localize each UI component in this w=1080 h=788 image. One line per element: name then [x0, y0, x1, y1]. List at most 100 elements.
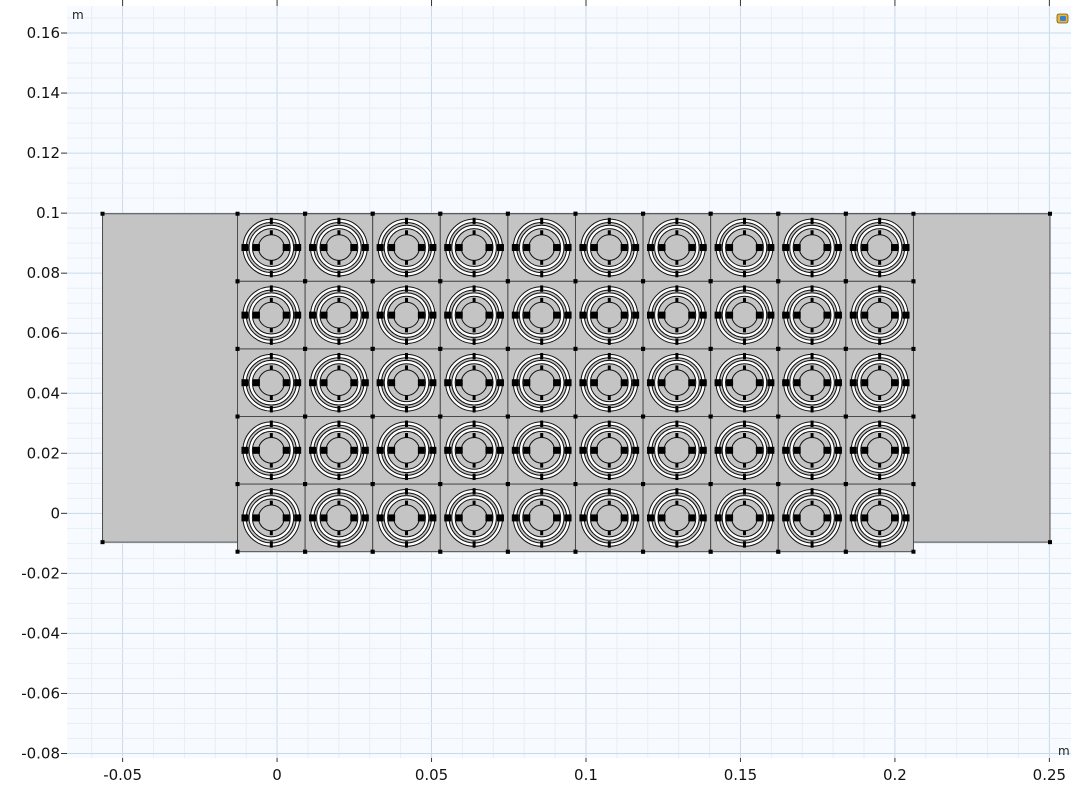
cell-vertex-point [370, 279, 375, 284]
port-marker [726, 244, 734, 252]
port-marker [485, 311, 493, 319]
port-marker [579, 244, 587, 252]
port-marker [620, 446, 628, 454]
cell-vertex-point [505, 549, 510, 554]
cell-vertex-point [776, 549, 781, 554]
port-marker [823, 446, 831, 454]
port-marker [590, 379, 598, 387]
port-marker [579, 514, 587, 522]
inner-circle [528, 369, 556, 397]
cell-vertex-point [911, 279, 916, 284]
port-marker [861, 446, 869, 454]
port-marker [688, 379, 696, 387]
port-marker [252, 311, 260, 319]
inner-circle [257, 504, 285, 532]
unit-cell [843, 482, 916, 554]
port-marker [523, 311, 531, 319]
cell-vertex-point [573, 346, 578, 351]
unit-cell [303, 414, 375, 487]
port-marker [699, 379, 707, 387]
unit-cell [708, 414, 781, 487]
cell-vertex-point [911, 482, 916, 487]
cell-vertex-point [235, 414, 240, 419]
port-marker [309, 311, 317, 319]
port-marker [455, 379, 463, 387]
cell-vertex-point [303, 279, 308, 284]
port-marker [553, 446, 561, 454]
port-marker [699, 514, 707, 522]
port-marker [241, 514, 249, 522]
inner-circle [866, 301, 893, 329]
unit-cell [573, 414, 646, 487]
port-marker [309, 446, 317, 454]
port-marker [376, 311, 384, 319]
port-marker [417, 446, 425, 454]
port-marker [485, 244, 493, 252]
inner-circle [460, 369, 488, 397]
cell-vertex-point [641, 549, 646, 554]
unit-cell [370, 279, 443, 351]
port-marker [849, 244, 857, 252]
inner-circle [866, 234, 893, 261]
port-marker [590, 244, 598, 252]
port-marker [388, 244, 396, 252]
cell-vertex-point [776, 346, 781, 351]
cell-vertex-point [235, 279, 240, 284]
port-marker [564, 311, 572, 319]
view-cube-icon[interactable] [1056, 13, 1069, 24]
port-marker [417, 311, 425, 319]
port-marker [834, 514, 842, 522]
x-tick-label: -0.05 [103, 766, 142, 784]
inner-circle [798, 301, 826, 329]
port-marker [496, 311, 504, 319]
inner-circle [325, 436, 353, 464]
unit-cell [438, 482, 510, 554]
port-marker [241, 311, 249, 319]
inner-circle [731, 436, 758, 464]
inner-circle [257, 301, 285, 329]
inner-circle [798, 436, 826, 464]
port-marker [444, 311, 452, 319]
port-marker [782, 379, 790, 387]
port-marker [861, 514, 869, 522]
cell-vertex-point [641, 346, 646, 351]
port-marker [444, 379, 452, 387]
port-marker [282, 244, 290, 252]
port-marker [849, 514, 857, 522]
port-marker [241, 244, 249, 252]
unit-cell [303, 279, 375, 351]
port-marker [376, 446, 384, 454]
inner-circle [866, 504, 893, 532]
port-marker [647, 379, 655, 387]
unit-cell [370, 211, 443, 284]
port-marker [755, 379, 763, 387]
inner-circle [663, 504, 691, 532]
unit-cell [235, 346, 308, 419]
port-marker [294, 514, 302, 522]
port-marker [429, 244, 437, 252]
y-tick-label: 0.14 [27, 84, 60, 102]
port-marker [823, 311, 831, 319]
x-unit-label: m [1058, 744, 1070, 758]
geometry-plot[interactable]: -0.05 0 0.05 0.1 0.15 0.2 0.25 0.16 0.14 0.12 0.1… [0, 0, 1080, 784]
port-marker [361, 311, 369, 319]
unit-cell [708, 279, 781, 351]
unit-cell [438, 279, 510, 351]
cell-vertex-point [641, 414, 646, 419]
inner-circle [595, 234, 623, 261]
port-marker [891, 379, 899, 387]
cell-vertex-point [573, 549, 578, 554]
unit-cell [843, 211, 916, 284]
port-marker [361, 446, 369, 454]
port-marker [902, 446, 910, 454]
cell-vertex-point [708, 279, 713, 284]
port-marker [376, 244, 384, 252]
port-marker [376, 379, 384, 387]
cell-vertex-point [505, 211, 510, 216]
cell-vertex-point [303, 549, 308, 554]
geometry-graphics-window[interactable]: -0.05 0 0.05 0.1 0.15 0.2 0.25 0.16 0.14 0.12 0.1… [0, 0, 1080, 784]
cell-vertex-point [843, 211, 848, 216]
unit-cell [708, 211, 781, 284]
port-marker [902, 379, 910, 387]
cell-vertex-point [303, 414, 308, 419]
